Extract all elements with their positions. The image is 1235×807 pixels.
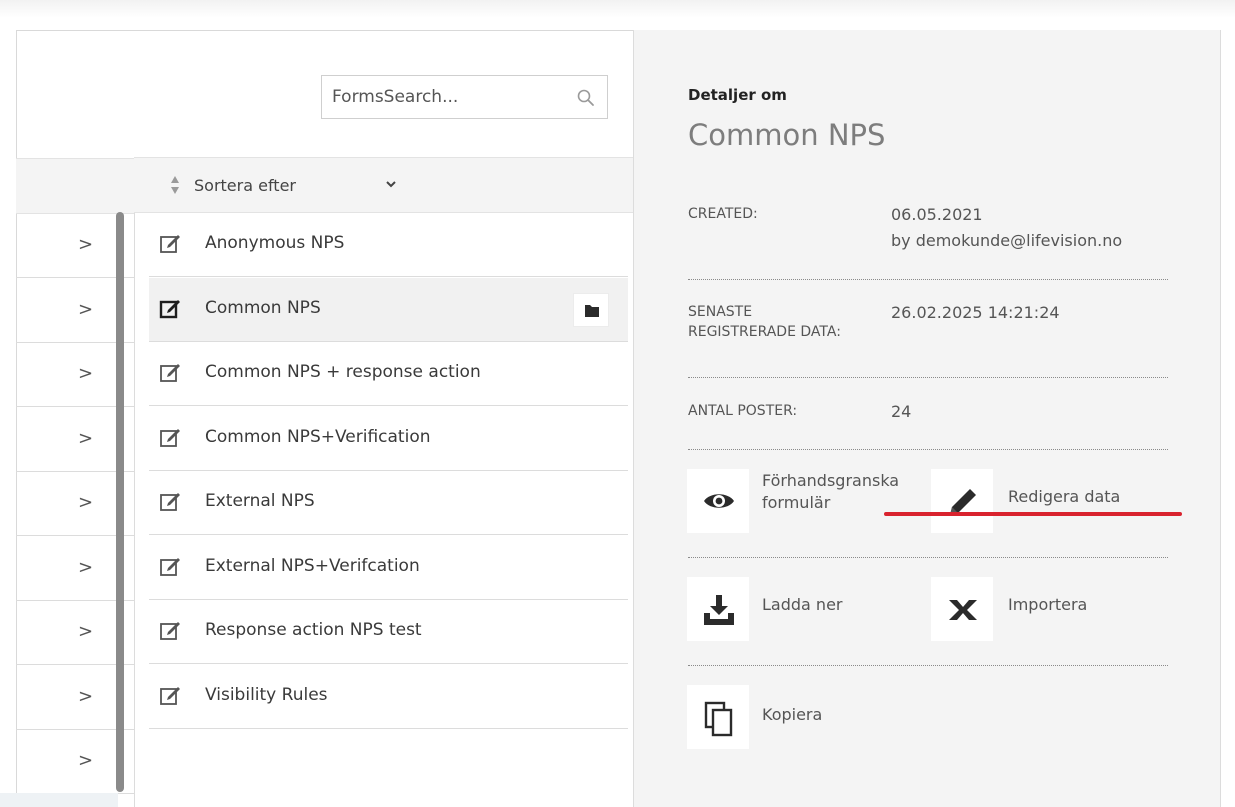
edit-icon	[160, 686, 180, 705]
form-list-item[interactable]: External NPS	[149, 471, 628, 535]
last-data-label: SENASTE REGISTRERADE DATA:	[688, 302, 878, 342]
import-label[interactable]: Importera	[1008, 594, 1087, 616]
chevron-right-icon[interactable]: >	[78, 299, 93, 320]
details-heading: Detaljer om	[688, 86, 787, 104]
divider	[688, 449, 1168, 450]
chevron-right-icon[interactable]: >	[78, 621, 93, 642]
divider	[688, 665, 1168, 666]
edit-icon	[160, 364, 180, 382]
last-data-value: 26.02.2025 14:21:24	[891, 303, 1060, 322]
edit-icon	[160, 235, 180, 253]
column-divider	[134, 157, 135, 807]
form-name: Common NPS + response action	[205, 362, 481, 382]
edit-icon	[160, 557, 180, 576]
sort-header[interactable]: Sortera efter	[134, 157, 633, 213]
folder-button[interactable]	[573, 292, 609, 327]
excel-icon	[949, 600, 977, 620]
chevron-right-icon[interactable]: >	[78, 750, 93, 771]
chevron-right-icon[interactable]: >	[78, 363, 93, 384]
divider	[688, 557, 1168, 558]
category-footer	[0, 793, 118, 807]
created-date: 06.05.2021	[891, 205, 983, 224]
details-title: Common NPS	[688, 118, 886, 152]
edit-icon	[159, 299, 180, 318]
download-label[interactable]: Ladda ner	[762, 594, 842, 616]
search-icon[interactable]	[576, 88, 596, 108]
chevron-right-icon[interactable]: >	[78, 234, 93, 255]
edit-icon	[160, 493, 180, 511]
copy-label[interactable]: Kopiera	[762, 704, 822, 726]
form-list-item[interactable]: Common NPS + response action	[149, 342, 628, 406]
category-scrollbar[interactable]	[116, 212, 124, 792]
folder-icon	[585, 304, 599, 317]
form-list-item[interactable]: Common NPS+Verification	[149, 406, 628, 471]
form-name: Common NPS	[205, 297, 321, 318]
details-panel: Detaljer om Common NPS CREATED: 06.05.20…	[633, 30, 1221, 807]
edit-data-button[interactable]	[931, 469, 993, 533]
preview-label-line2: formulär	[762, 493, 831, 512]
copy-button[interactable]	[687, 685, 749, 749]
edit-data-label[interactable]: Redigera data	[1008, 486, 1120, 508]
form-list-item[interactable]: External NPS+Verifcation	[149, 535, 628, 600]
divider	[688, 279, 1168, 280]
edit-icon	[160, 428, 180, 447]
chevron-down-icon[interactable]	[384, 174, 398, 194]
copy-icon	[704, 701, 733, 737]
form-list-item[interactable]: Response action NPS test	[149, 600, 628, 664]
preview-label-line1: Förhandsgranska	[762, 471, 900, 490]
chevron-right-icon[interactable]: >	[78, 428, 93, 449]
chevron-right-icon[interactable]: >	[78, 557, 93, 578]
category-header	[16, 158, 134, 214]
download-button[interactable]	[687, 577, 749, 641]
form-name: Anonymous NPS	[205, 233, 345, 253]
import-button[interactable]	[931, 577, 993, 641]
download-icon	[704, 595, 734, 625]
form-name: Response action NPS test	[205, 620, 422, 640]
form-list-item[interactable]: Common NPS	[149, 277, 628, 342]
forms-search[interactable]	[321, 75, 608, 119]
eye-icon	[704, 494, 734, 508]
chevron-right-icon[interactable]: >	[78, 492, 93, 513]
created-label: CREATED:	[688, 206, 758, 222]
form-name: Visibility Rules	[205, 684, 328, 705]
created-by: by demokunde@lifevision.no	[891, 231, 1123, 250]
count-label: ANTAL POSTER:	[688, 403, 798, 419]
divider	[688, 377, 1168, 378]
sort-icon	[171, 176, 179, 194]
form-list-item[interactable]: Anonymous NPS	[149, 213, 628, 277]
form-name: Common NPS+Verification	[205, 426, 431, 447]
preview-label[interactable]: Förhandsgranska formulär	[762, 470, 899, 514]
sort-label: Sortera efter	[194, 176, 296, 195]
top-bar	[0, 0, 1235, 18]
last-data-label-line1: SENASTE	[688, 304, 753, 320]
count-value: 24	[891, 402, 912, 421]
last-data-label-line2: REGISTRERADE DATA:	[688, 324, 841, 340]
edit-icon	[160, 622, 180, 640]
search-input[interactable]	[332, 85, 572, 109]
form-list-item[interactable]: Visibility Rules	[149, 664, 628, 729]
annotation-underline	[884, 512, 1182, 516]
preview-button[interactable]	[687, 469, 749, 533]
form-name: External NPS+Verifcation	[205, 555, 420, 576]
form-name: External NPS	[205, 491, 315, 511]
chevron-right-icon[interactable]: >	[78, 686, 93, 707]
